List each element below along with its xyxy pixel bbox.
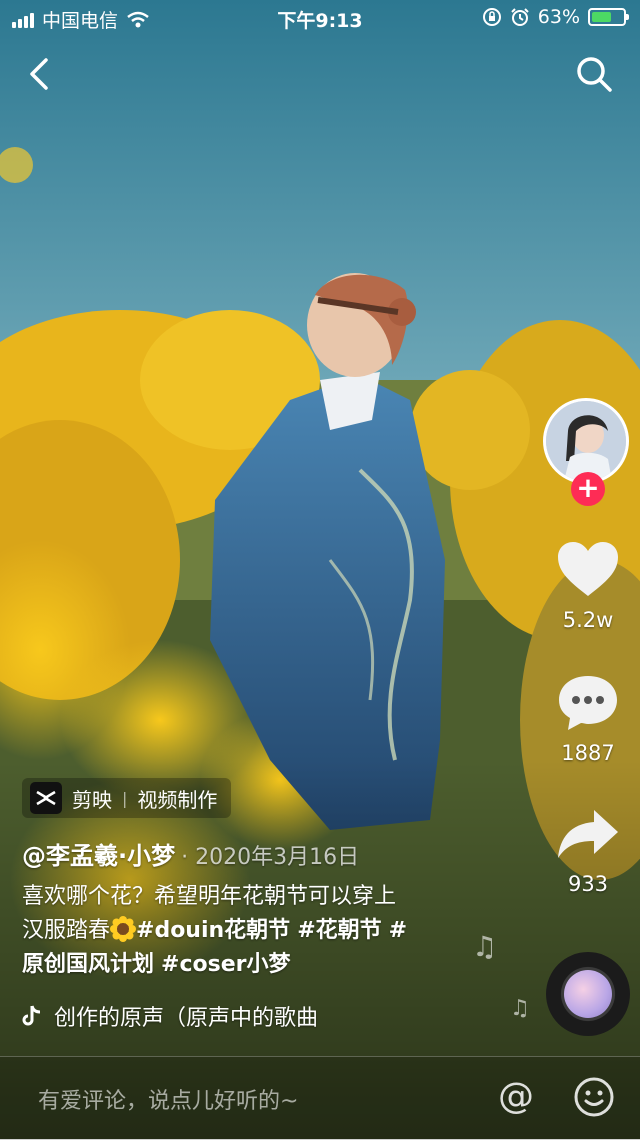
hashtag-link[interactable]: #花朝节 xyxy=(297,918,381,943)
rotation-lock-icon xyxy=(482,8,501,26)
music-title-line[interactable]: 创作的原声（原声中的歌曲 xyxy=(22,1000,362,1032)
author-line: @李孟羲·小梦 · 2020年3月16日 xyxy=(22,836,359,871)
like-count: 5.2w xyxy=(562,608,614,632)
comment-input[interactable]: 有爱评论，说点儿好听的~ xyxy=(38,1083,298,1115)
desc-line2-prefix: 汉服踏春 xyxy=(22,918,111,943)
post-description: 喜欢哪个花？希望明年花朝节可以穿上 汉服踏春 #douin花朝节 #花朝节 # … xyxy=(22,880,472,982)
hashtag-link[interactable]: # xyxy=(389,918,407,943)
hashtag-link[interactable]: #douin花朝节 xyxy=(136,918,290,943)
hashtag-link[interactable]: 原创国风计划 xyxy=(22,952,154,977)
share-count: 933 xyxy=(567,872,609,896)
badge-separator: | xyxy=(122,788,128,808)
smiley-icon[interactable] xyxy=(572,1075,616,1119)
badge-app-name: 剪映 xyxy=(72,787,112,812)
capcut-logo-icon xyxy=(30,782,62,814)
search-button[interactable] xyxy=(572,52,616,96)
music-disc-button[interactable] xyxy=(546,952,630,1036)
battery-fill xyxy=(592,12,611,22)
music-note-icon: ♫ xyxy=(472,930,498,963)
avatar-image xyxy=(546,401,626,481)
back-button[interactable] xyxy=(18,52,62,96)
disc-cover xyxy=(564,970,612,1018)
battery-icon xyxy=(588,8,629,26)
status-bar: 中国电信 下午9:13 63% xyxy=(0,0,640,36)
desc-line1: 喜欢哪个花？希望明年花朝节可以穿上 xyxy=(22,884,397,909)
comment-bar: 有爱评论，说点儿好听的~ @ xyxy=(0,1056,640,1140)
status-right: 63% xyxy=(482,6,629,28)
comment-bubble-icon[interactable] xyxy=(556,672,620,732)
sunflower-emoji-icon xyxy=(110,916,137,942)
mention-button[interactable]: @ xyxy=(498,1077,534,1117)
author-name[interactable]: @李孟羲·小梦 xyxy=(22,842,175,870)
comment-count: 1887 xyxy=(561,741,615,765)
battery-percent: 63% xyxy=(537,6,580,28)
share-arrow-icon[interactable] xyxy=(556,806,620,862)
alarm-icon xyxy=(511,8,529,26)
follow-button[interactable]: + xyxy=(571,472,605,506)
music-title: 创作的原声（原声中的歌曲 xyxy=(54,1006,319,1031)
hashtag-link[interactable]: #coser小梦 xyxy=(161,952,290,977)
heart-icon[interactable] xyxy=(556,540,620,598)
post-date: · 2020年3月16日 xyxy=(181,845,360,870)
capcut-badge[interactable]: 剪映 | 视频制作 xyxy=(22,778,232,818)
music-note-icon: ♫ xyxy=(510,996,530,1021)
badge-label: 视频制作 xyxy=(137,787,218,812)
tiktok-note-icon xyxy=(22,1005,41,1026)
